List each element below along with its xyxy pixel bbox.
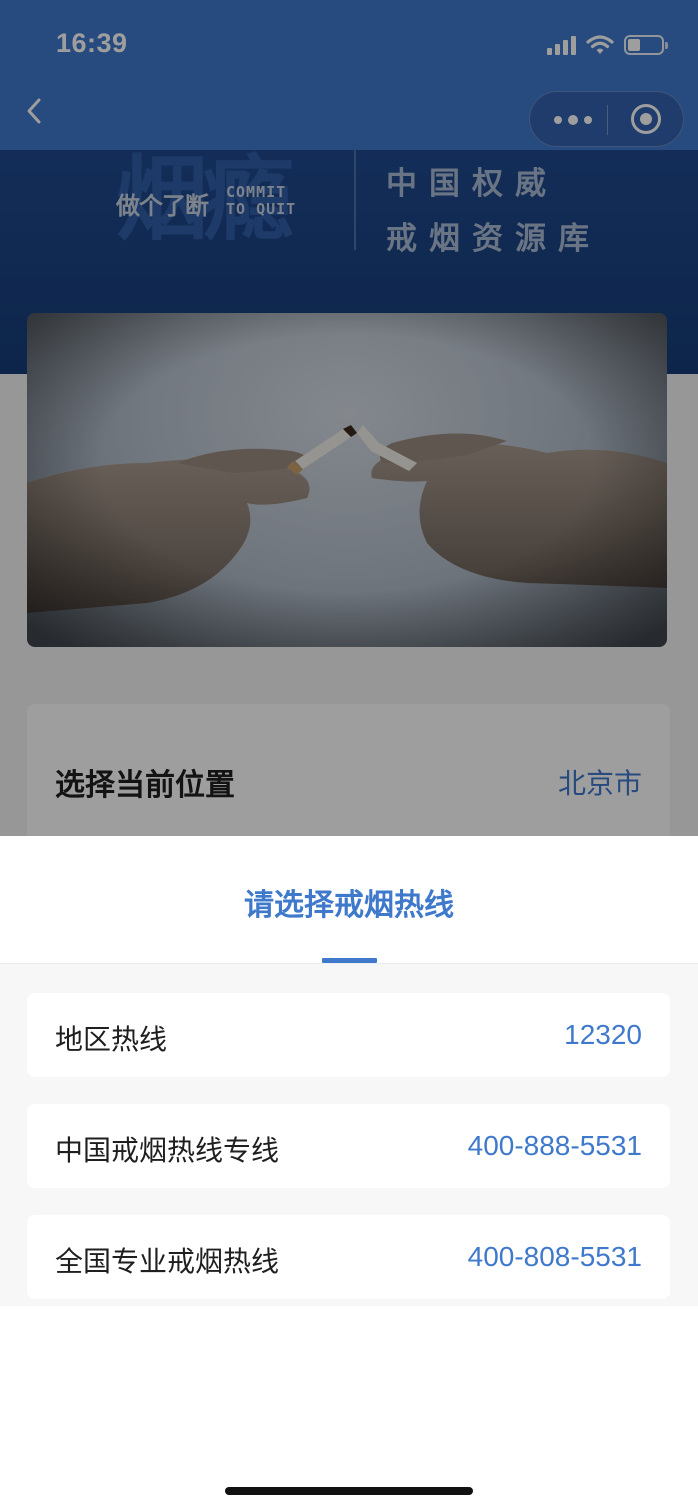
hotline-bottom-sheet: 请选择戒烟热线 地区热线 12320 中国戒烟热线专线 400-888-5531… xyxy=(0,836,698,1510)
tab-indicator xyxy=(322,958,377,963)
hotline-name: 中国戒烟热线专线 xyxy=(55,1134,280,1167)
hotline-row[interactable]: 全国专业戒烟热线 400-808-5531 xyxy=(27,1215,670,1299)
sheet-empty-area xyxy=(0,1306,698,1510)
hotline-row[interactable]: 地区热线 12320 xyxy=(27,993,670,1077)
sheet-title[interactable]: 请选择戒烟热线 xyxy=(0,880,698,924)
hotline-row[interactable]: 中国戒烟热线专线 400-888-5531 xyxy=(27,1104,670,1188)
hotline-number[interactable]: 12320 xyxy=(564,1019,642,1051)
hotline-number[interactable]: 400-808-5531 xyxy=(468,1241,642,1273)
home-indicator[interactable] xyxy=(225,1487,473,1495)
hotline-name: 全国专业戒烟热线 xyxy=(55,1245,280,1278)
modal-overlay[interactable] xyxy=(0,0,698,836)
hotline-name: 地区热线 xyxy=(55,1023,168,1056)
sheet-header: 请选择戒烟热线 xyxy=(0,836,698,964)
hotline-number[interactable]: 400-888-5531 xyxy=(468,1130,642,1162)
